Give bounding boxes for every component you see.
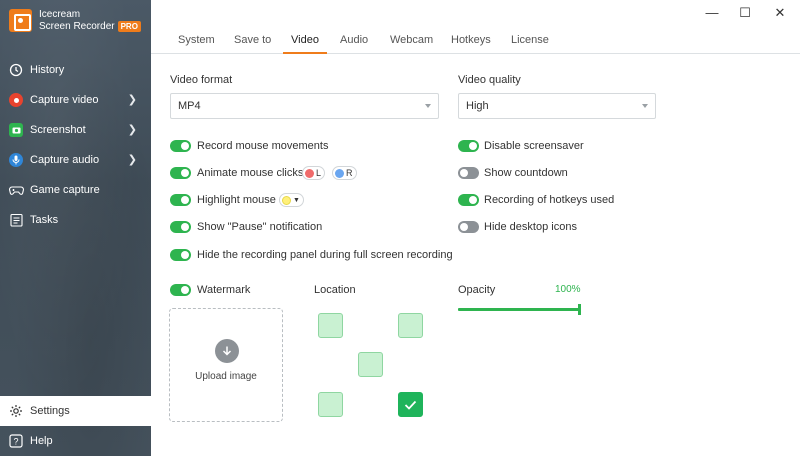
show-pause-notification-label: Show "Pause" notification (197, 221, 323, 233)
sidebar-item-tasks[interactable]: Tasks (0, 205, 151, 235)
location-center[interactable] (358, 352, 383, 377)
sidebar-item-label: Capture audio (30, 154, 100, 166)
animate-mouse-clicks-label: Animate mouse clicks (197, 167, 304, 179)
app-name-line2: Screen Recorder (39, 21, 115, 32)
watermark-label: Watermark (197, 284, 251, 296)
video-quality-select[interactable]: High (458, 93, 656, 119)
upload-image-dropzone[interactable]: Upload image (169, 308, 283, 422)
watermark-toggle[interactable] (170, 284, 191, 296)
location-bottom-left[interactable] (318, 392, 343, 417)
tab-license[interactable]: License (503, 28, 557, 54)
video-format-value: MP4 (178, 100, 201, 112)
video-quality-label: Video quality (458, 74, 521, 86)
opacity-value: 100% (555, 284, 581, 295)
sidebar-item-label: Game capture (30, 184, 100, 196)
hide-recording-panel-toggle[interactable] (170, 249, 191, 261)
opacity-slider-thumb[interactable] (578, 304, 581, 315)
animate-mouse-clicks-toggle[interactable] (170, 167, 191, 179)
minimize-button[interactable]: — (702, 4, 722, 22)
record-mouse-movements-toggle[interactable] (170, 140, 191, 152)
tab-audio[interactable]: Audio (332, 28, 376, 54)
svg-text:?: ? (13, 437, 18, 447)
sidebar-item-label: Tasks (30, 214, 59, 226)
tab-save-to[interactable]: Save to (226, 28, 279, 54)
sidebar-item-capture-video[interactable]: Capture video ❯ (0, 85, 151, 115)
help-icon: ? (8, 433, 24, 449)
highlight-color-swatch (282, 195, 291, 205)
history-icon (8, 62, 24, 78)
highlight-mouse-label: Highlight mouse (197, 194, 276, 206)
location-label: Location (314, 284, 356, 296)
video-quality-value: High (466, 100, 489, 112)
download-arrow-icon (215, 339, 239, 363)
sidebar: Icecream Screen Recorder PRO History Capt… (0, 0, 151, 456)
location-top-left[interactable] (318, 313, 343, 338)
tab-webcam[interactable]: Webcam (382, 28, 441, 54)
opacity-slider-track[interactable] (458, 308, 581, 311)
chevron-down-icon: ▼ (293, 196, 300, 204)
disable-screensaver-label: Disable screensaver (484, 140, 584, 152)
sidebar-item-game-capture[interactable]: Game capture (0, 175, 151, 205)
record-icon (8, 92, 24, 108)
hide-desktop-icons-toggle[interactable] (458, 221, 479, 233)
camera-icon (8, 122, 24, 138)
gear-icon (8, 403, 24, 419)
tab-system[interactable]: System (170, 28, 223, 54)
app-logo-icon (9, 9, 32, 32)
microphone-icon (8, 152, 24, 168)
recording-of-hotkeys-toggle[interactable] (458, 194, 479, 206)
left-click-color-picker[interactable]: L (302, 166, 326, 180)
sidebar-item-label: History (30, 64, 65, 76)
pro-badge: PRO (117, 21, 141, 32)
sidebar-item-label: Help (30, 435, 53, 447)
video-format-label: Video format (170, 74, 233, 86)
show-countdown-label: Show countdown (484, 167, 568, 179)
sidebar-item-label: Capture video (30, 94, 99, 106)
highlight-color-picker[interactable]: ▼ (279, 193, 304, 207)
sidebar-item-settings[interactable]: Settings (0, 396, 151, 426)
sidebar-item-label: Screenshot (30, 124, 86, 136)
chevron-right-icon: ❯ (127, 154, 137, 166)
sidebar-item-history[interactable]: History (0, 55, 151, 85)
disable-screensaver-toggle[interactable] (458, 140, 479, 152)
gamepad-icon (8, 182, 24, 198)
hide-recording-panel-label: Hide the recording panel during full scr… (197, 249, 453, 261)
settings-tabs: System Save to Video Audio Webcam Hotkey… (151, 28, 800, 54)
chevron-down-icon (425, 104, 431, 108)
recording-of-hotkeys-label: Recording of hotkeys used (484, 194, 615, 206)
maximize-button[interactable]: ☐ (735, 4, 755, 22)
app-logo: Icecream Screen Recorder PRO (9, 9, 141, 33)
chevron-down-icon (642, 104, 648, 108)
right-click-color-picker[interactable]: R (332, 166, 357, 180)
sidebar-item-capture-audio[interactable]: Capture audio ❯ (0, 145, 151, 175)
opacity-label: Opacity (458, 284, 496, 296)
highlight-mouse-toggle[interactable] (170, 194, 191, 206)
close-button[interactable]: ✕ (770, 4, 790, 22)
tab-hotkeys[interactable]: Hotkeys (443, 28, 499, 54)
tasks-icon (8, 212, 24, 228)
hide-desktop-icons-label: Hide desktop icons (484, 221, 577, 233)
record-mouse-movements-label: Record mouse movements (197, 140, 329, 152)
sidebar-item-label: Settings (30, 405, 70, 417)
location-top-right[interactable] (398, 313, 423, 338)
left-click-letter: L (316, 168, 322, 178)
checkmark-icon (404, 400, 417, 410)
right-click-letter: R (346, 168, 353, 178)
chevron-right-icon: ❯ (127, 94, 137, 106)
sidebar-item-screenshot[interactable]: Screenshot ❯ (0, 115, 151, 145)
left-click-color-swatch (305, 168, 314, 178)
tab-video[interactable]: Video (283, 28, 327, 54)
upload-image-label: Upload image (195, 371, 257, 382)
show-countdown-toggle[interactable] (458, 167, 479, 179)
location-bottom-right[interactable] (398, 392, 423, 417)
sidebar-item-help[interactable]: ? Help (0, 426, 151, 456)
right-click-color-swatch (335, 168, 344, 178)
chevron-right-icon: ❯ (127, 124, 137, 136)
app-name-line1: Icecream (39, 9, 81, 20)
show-pause-notification-toggle[interactable] (170, 221, 191, 233)
video-format-select[interactable]: MP4 (170, 93, 439, 119)
